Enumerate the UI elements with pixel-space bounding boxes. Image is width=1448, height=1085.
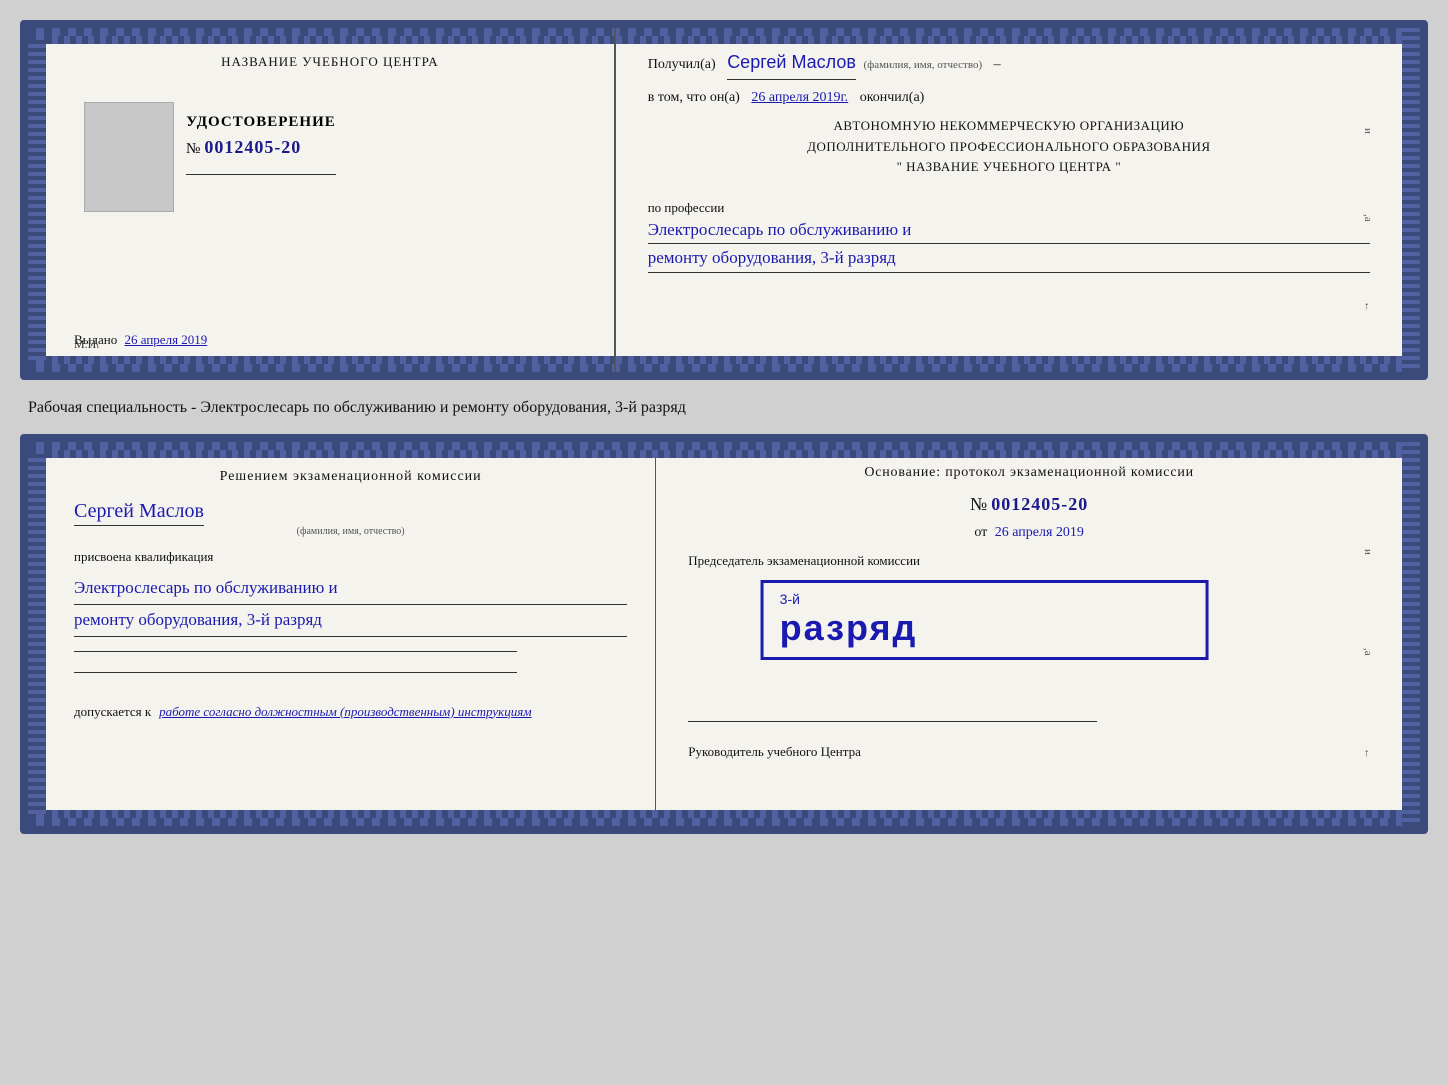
certificate-card-2: Решением экзаменационной комиссии Сергей… <box>20 434 1428 834</box>
cert1-date-prefix: в том, что он(а) <box>648 90 740 105</box>
cert1-org-line1: АВТОНОМНУЮ НЕКОММЕРЧЕСКУЮ ОРГАНИЗАЦИЮ <box>648 116 1370 137</box>
cert1-title-block: УДОСТОВЕРЕНИЕ № 0012405-20 <box>186 114 336 175</box>
cert2-left: Решением экзаменационной комиссии Сергей… <box>46 442 656 826</box>
cert1-date-value: 26 апреля 2019г. <box>751 90 848 105</box>
cert2-assigned-label: присвоена квалификация <box>74 549 627 565</box>
cert2-date-value: 26 апреля 2019 <box>995 525 1084 540</box>
cert1-profession-line1: Электрослесарь по обслуживанию и <box>648 216 1370 244</box>
cert2-basis-date: от 26 апреля 2019 <box>688 525 1370 541</box>
cert1-received-prefix: Получил(а) <box>648 57 716 72</box>
cert2-qual-line2: ремонту оборудования, 3-й разряд <box>74 605 627 637</box>
cert2-chairman-label: Председатель экзаменационной комиссии <box>688 551 1370 571</box>
between-label: Рабочая специальность - Электрослесарь п… <box>20 392 1428 422</box>
cert2-fio-label: (фамилия, имя, отчество) <box>74 526 627 537</box>
cert2-basis-label: Основание: протокол экзаменационной коми… <box>688 462 1370 484</box>
cert1-photo-placeholder <box>84 102 174 212</box>
cert1-left: НАЗВАНИЕ УЧЕБНОГО ЦЕНТРА УДОСТОВЕРЕНИЕ №… <box>46 28 616 372</box>
cert2-decision-title: Решением экзаменационной комиссии <box>74 466 627 488</box>
cert2-allows-block: допускается к работе согласно должностны… <box>74 703 627 721</box>
cert2-name-block: Сергей Маслов (фамилия, имя, отчество) <box>74 496 627 537</box>
cert2-head-label: Руководитель учебного Центра <box>688 742 1370 762</box>
cert1-number-prefix: № <box>186 141 200 158</box>
cert2-right-sig-line <box>688 721 1097 722</box>
cert2-basis-number: 0012405-20 <box>991 494 1088 514</box>
cert1-stamp-mp: М.П. <box>74 337 99 352</box>
cert2-stamp-box: 3-й разряд <box>761 580 1208 660</box>
cert2-date-prefix: от <box>974 525 987 540</box>
cert2-sig-line-1 <box>74 651 517 652</box>
cert2-number-prefix: № <box>970 494 987 514</box>
cert1-org-block: АВТОНОМНУЮ НЕКОММЕРЧЕСКУЮ ОРГАНИЗАЦИЮ ДО… <box>648 116 1370 178</box>
cert1-org-line3: " НАЗВАНИЕ УЧЕБНОГО ЦЕНТРА " <box>648 157 1370 178</box>
page-wrapper: НАЗВАНИЕ УЧЕБНОГО ЦЕНТРА УДОСТОВЕРЕНИЕ №… <box>20 20 1428 834</box>
cert1-finished-label: окончил(а) <box>860 90 925 105</box>
cert2-name: Сергей Маслов <box>74 500 204 526</box>
cert2-basis-number-block: № 0012405-20 <box>688 494 1370 515</box>
cert2-qual-line1: Электрослесарь по обслуживанию и <box>74 573 627 605</box>
cert1-fio-label: (фамилия, имя, отчество) <box>863 59 982 71</box>
cert1-received-name: Сергей Маслов <box>727 48 856 80</box>
certificate-card-1: НАЗВАНИЕ УЧЕБНОГО ЦЕНТРА УДОСТОВЕРЕНИЕ №… <box>20 20 1428 380</box>
cert1-profession-prefix: по профессии <box>648 200 1370 216</box>
cert1-received-line: Получил(а) Сергей Маслов (фамилия, имя, … <box>648 48 1370 80</box>
cert1-udostoverenie-label: УДОСТОВЕРЕНИЕ <box>186 114 336 131</box>
cert2-stamp-text: разряд <box>780 607 1189 649</box>
cert1-org-title: НАЗВАНИЕ УЧЕБНОГО ЦЕНТРА <box>221 52 438 72</box>
cert2-allows-prefix: допускается к <box>74 704 151 719</box>
cert1-profession-block: по профессии Электрослесарь по обслужива… <box>648 194 1370 272</box>
cert1-profession-line2: ремонту оборудования, 3-й разряд <box>648 244 1370 272</box>
cert1-number: 0012405-20 <box>204 137 301 158</box>
cert2-sig-line-2 <box>74 672 517 673</box>
cert1-org-line2: ДОПОЛНИТЕЛЬНОГО ПРОФЕССИОНАЛЬНОГО ОБРАЗО… <box>648 137 1370 158</box>
cert1-right: Получил(а) Сергей Маслов (фамилия, имя, … <box>616 28 1402 372</box>
cert2-qual-profession: Электрослесарь по обслуживанию и ремонту… <box>74 573 627 636</box>
cert1-date-line: в том, что он(а) 26 апреля 2019г. окончи… <box>648 90 1370 106</box>
cert1-issued: Выдано 26 апреля 2019 <box>74 332 586 348</box>
cert2-allows-text: работе согласно должностным (производств… <box>159 704 531 719</box>
cert2-stamp-pre: 3-й <box>780 591 1189 607</box>
cert1-issued-date: 26 апреля 2019 <box>125 332 208 347</box>
cert2-right: Основание: протокол экзаменационной коми… <box>656 442 1402 826</box>
